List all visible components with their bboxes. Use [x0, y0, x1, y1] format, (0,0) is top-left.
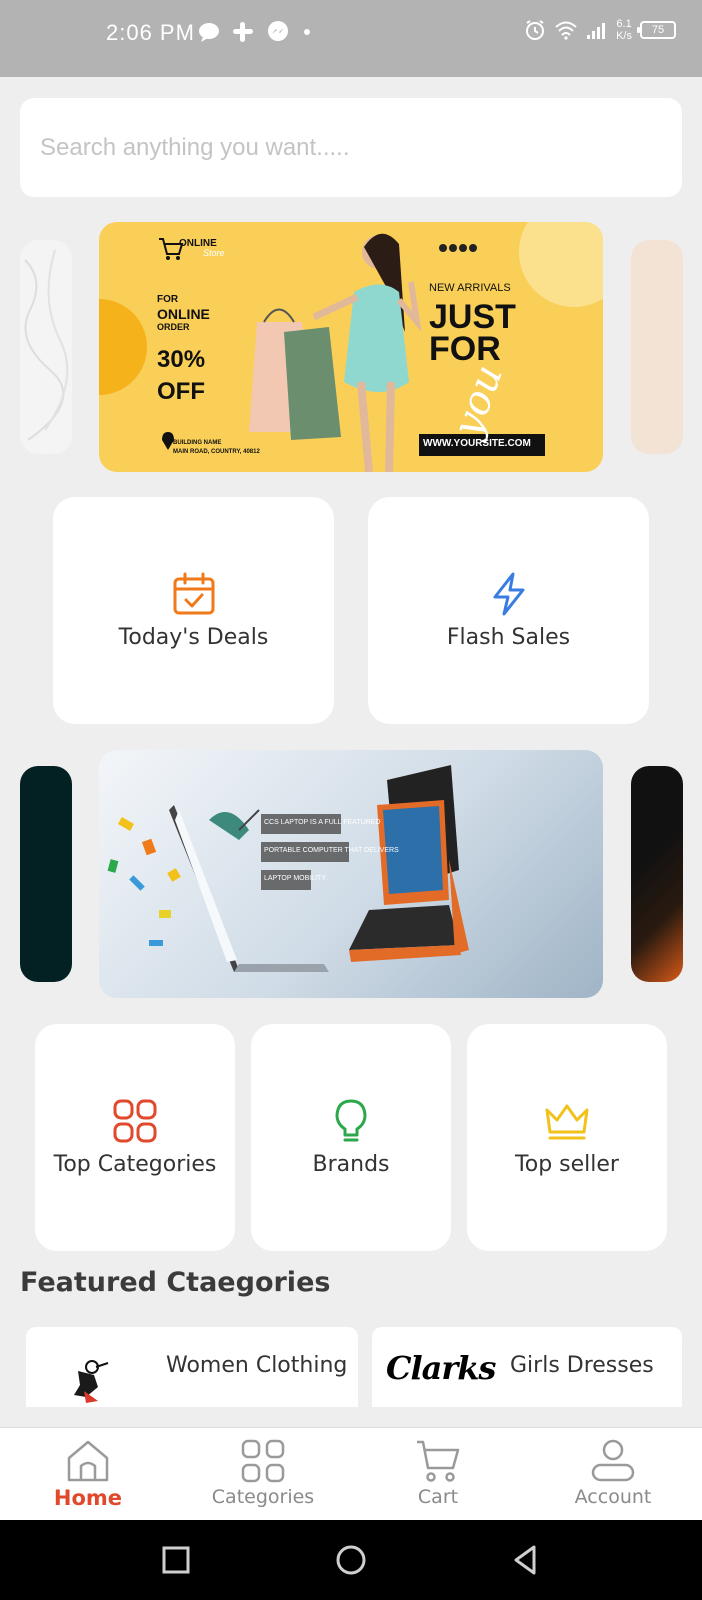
banner-carousel-2[interactable]: CCS LAPTOP IS A FULL FEATURED PORTABLE C… — [0, 750, 702, 1000]
banner-address-1: BUILDING NAME — [173, 440, 222, 446]
bottom-navigation: Home Categories Cart Account — [0, 1427, 702, 1520]
lightning-icon — [493, 572, 524, 616]
featured-item-girls-dresses[interactable]: Clarks Girls Dresses — [372, 1327, 682, 1407]
nav-account[interactable]: Account — [548, 1438, 678, 1508]
back-icon[interactable] — [506, 1540, 546, 1580]
women-clothing-logo — [74, 1360, 109, 1403]
featured-item-women-clothing[interactable]: Women Clothing — [26, 1327, 358, 1407]
cart-icon — [417, 1440, 460, 1482]
nav-account-label: Account — [574, 1486, 652, 1508]
featured-categories-title: Featured Ctaegories — [20, 1267, 331, 1298]
flash-sales-card[interactable]: Flash Sales — [368, 497, 649, 724]
banner-off: OFF — [157, 378, 205, 405]
banner2-line-2: PORTABLE COMPUTER THAT DELIVERS — [264, 847, 399, 854]
nav-cart-label: Cart — [417, 1486, 459, 1508]
nav-categories-label: Categories — [211, 1486, 315, 1508]
home-icon — [67, 1440, 109, 1482]
chat-bubble-icon — [199, 23, 219, 42]
account-icon — [591, 1439, 635, 1482]
messenger-icon — [268, 21, 288, 41]
search-box[interactable] — [20, 98, 682, 197]
women-clothing-label: Women Clothing — [166, 1353, 348, 1378]
laptop-illustration — [107, 765, 469, 972]
top-categories-card[interactable]: Top Categories — [35, 1024, 235, 1251]
home-button-icon[interactable] — [331, 1540, 371, 1580]
girls-dresses-label: Girls Dresses — [510, 1353, 654, 1378]
nav-categories[interactable]: Categories — [198, 1438, 328, 1508]
banner-new-arrivals: NEW ARRIVALS — [429, 282, 511, 294]
marble-texture — [24, 249, 69, 441]
nav-home[interactable]: Home — [23, 1438, 153, 1510]
banner2-line-3: LAPTOP MOBILITY. — [264, 875, 328, 882]
banner-order-text: ORDER — [157, 322, 190, 332]
categories-icon — [241, 1439, 285, 1483]
dot-icon — [304, 29, 310, 35]
brands-card[interactable]: Brands — [251, 1024, 451, 1251]
status-time: 2:06 PM — [106, 20, 195, 45]
search-input[interactable] — [40, 126, 660, 170]
signal-icon — [587, 23, 606, 39]
banner-discount: 30% — [157, 346, 206, 373]
top-seller-card[interactable]: Top seller — [467, 1024, 667, 1251]
system-navigation-bar — [0, 1520, 702, 1600]
calendar-check-icon — [173, 572, 214, 615]
flash-sales-label: Flash Sales — [446, 625, 571, 650]
prev-slide-peek-2[interactable] — [20, 766, 72, 982]
network-speed: 6.1 K/s — [616, 18, 632, 42]
recent-apps-icon[interactable] — [156, 1540, 196, 1580]
nav-home-label: Home — [53, 1486, 123, 1510]
next-slide-peek-2[interactable] — [631, 766, 683, 982]
top-seller-label: Top seller — [515, 1152, 619, 1177]
status-bar: 2:06 PM 6.1 K/s 75 — [0, 0, 702, 77]
net-speed-value: 6.1 — [616, 18, 632, 30]
banner-headline-1: JUST — [429, 298, 516, 336]
crown-icon — [545, 1104, 589, 1140]
slack-icon — [233, 22, 253, 42]
banner-brand-sub: Store — [203, 248, 225, 258]
wifi-icon — [555, 21, 577, 40]
clarks-logo: Clarks — [386, 1349, 496, 1387]
net-speed-unit: K/s — [616, 30, 632, 42]
banner-headline-2: FOR — [429, 330, 501, 368]
banner-website: WWW.YOURSITE.COM — [423, 438, 531, 449]
notification-icons — [198, 20, 312, 44]
lightbulb-icon — [335, 1099, 367, 1142]
nav-cart[interactable]: Cart — [373, 1438, 503, 1508]
banner-online-store[interactable]: ONLINE Store FOR ONLINE ORDER 30% OFF NE… — [99, 222, 603, 472]
top-categories-label: Top Categories — [53, 1152, 217, 1177]
brands-label: Brands — [312, 1152, 390, 1177]
banner-address-2: MAIN ROAD, COUNTRY, 40812 — [173, 449, 260, 455]
alarm-icon — [526, 20, 545, 40]
banner-carousel-1[interactable]: ONLINE Store FOR ONLINE ORDER 30% OFF NE… — [0, 222, 702, 472]
todays-deals-label: Today's Deals — [118, 625, 269, 650]
next-slide-peek[interactable] — [631, 240, 683, 454]
battery-icon: 75 — [637, 21, 676, 39]
todays-deals-card[interactable]: Today's Deals — [53, 497, 334, 724]
grid-icon — [113, 1099, 157, 1143]
status-right: 6.1 K/s 75 — [524, 18, 676, 42]
banner2-line-1: CCS LAPTOP IS A FULL FEATURED — [264, 819, 381, 826]
banner-online-text: ONLINE — [157, 306, 210, 322]
banner-for-text: FOR — [157, 294, 179, 305]
prev-slide-peek[interactable] — [20, 240, 72, 454]
banner-laptop[interactable]: CCS LAPTOP IS A FULL FEATURED PORTABLE C… — [99, 750, 603, 998]
